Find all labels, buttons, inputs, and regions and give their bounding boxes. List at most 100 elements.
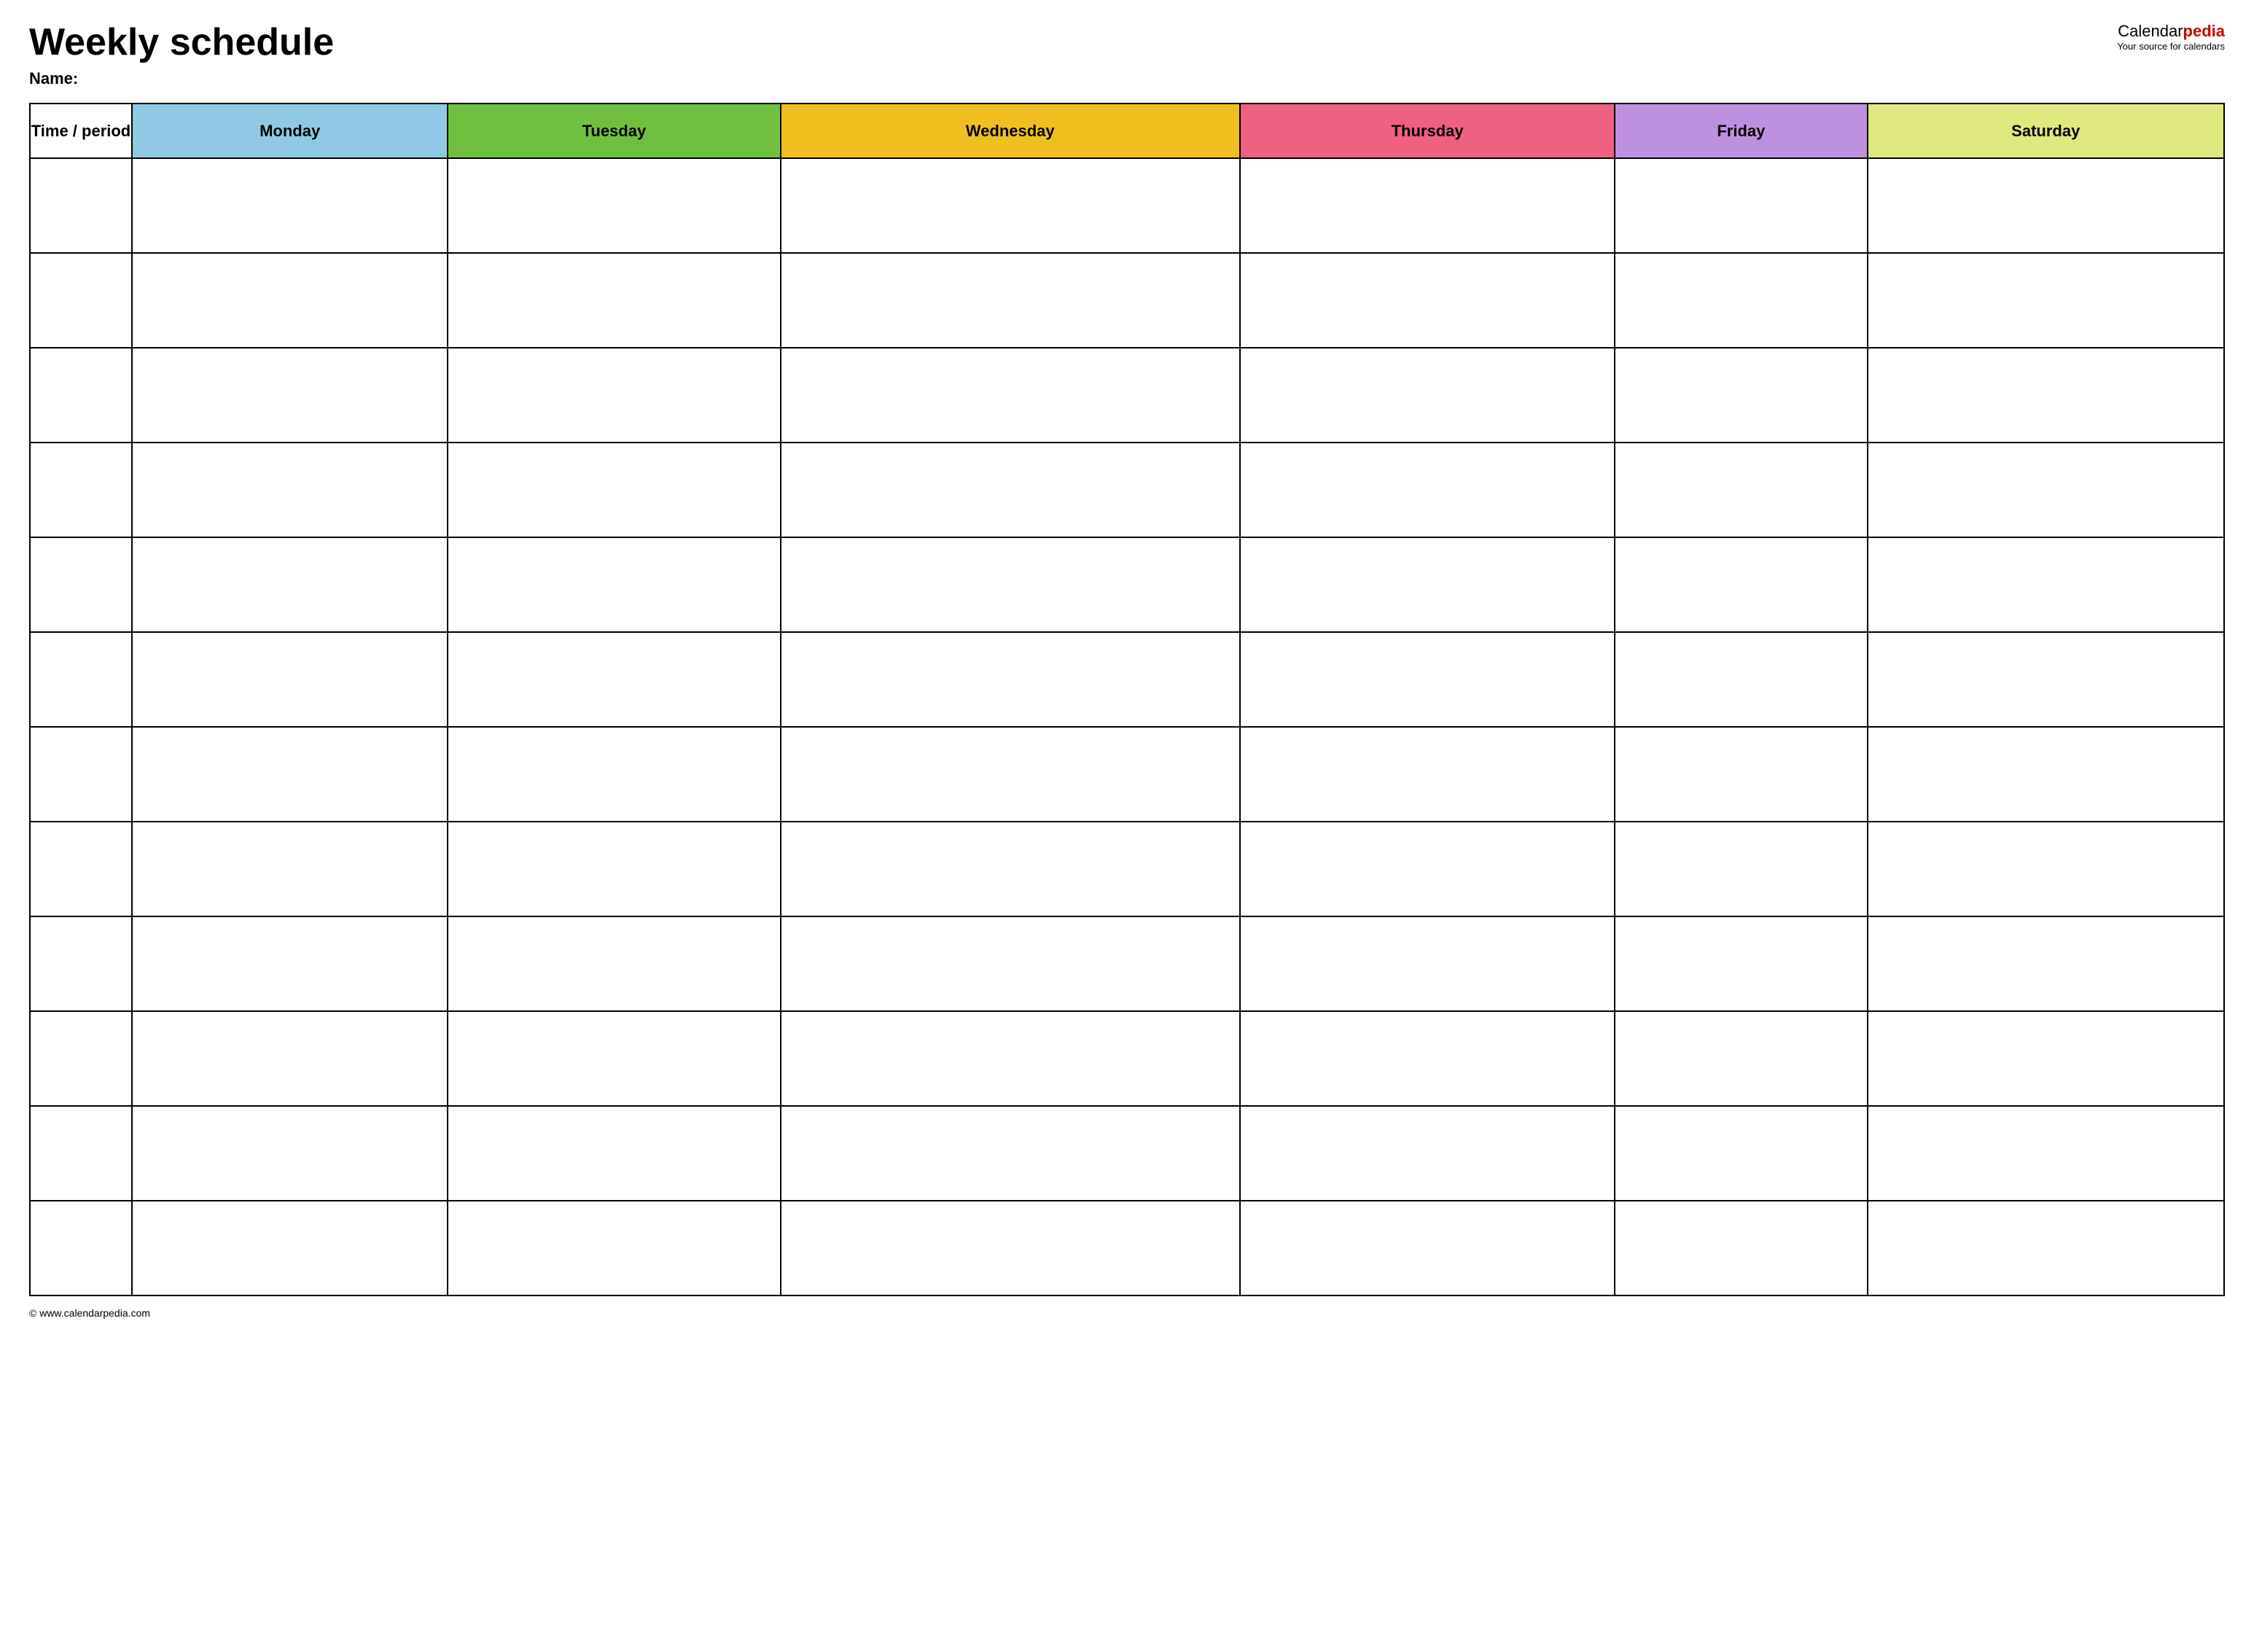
schedule-cell[interactable] <box>1615 1106 1867 1201</box>
col-wednesday-header: Wednesday <box>781 104 1240 158</box>
schedule-cell[interactable] <box>448 822 780 916</box>
schedule-cell[interactable] <box>1240 1106 1615 1201</box>
table-row <box>30 1201 2224 1296</box>
schedule-cell[interactable] <box>1868 1201 2224 1296</box>
schedule-cell[interactable] <box>132 727 448 822</box>
schedule-cell[interactable] <box>1868 822 2224 916</box>
time-cell[interactable] <box>30 348 132 443</box>
logo-subtitle: Your source for calendars <box>2117 41 2225 52</box>
time-cell[interactable] <box>30 916 132 1011</box>
schedule-cell[interactable] <box>1240 632 1615 727</box>
schedule-cell[interactable] <box>1615 443 1867 537</box>
footer-url: © www.calendarpedia.com <box>29 1307 150 1319</box>
table-header: Time / period Monday Tuesday Wednesday T… <box>30 104 2224 158</box>
logo-section: Calendarpedia Your source for calendars <box>2117 22 2225 52</box>
logo-calendar: Calendar <box>2118 22 2183 40</box>
schedule-cell[interactable] <box>132 632 448 727</box>
schedule-cell[interactable] <box>1868 1011 2224 1106</box>
schedule-cell[interactable] <box>448 253 780 348</box>
schedule-cell[interactable] <box>781 822 1240 916</box>
schedule-cell[interactable] <box>781 1201 1240 1296</box>
schedule-cell[interactable] <box>781 632 1240 727</box>
schedule-cell[interactable] <box>1615 727 1867 822</box>
schedule-cell[interactable] <box>1240 253 1615 348</box>
schedule-cell[interactable] <box>132 1106 448 1201</box>
page-header: Weekly schedule Name: Calendarpedia Your… <box>29 22 2225 88</box>
schedule-cell[interactable] <box>132 822 448 916</box>
schedule-cell[interactable] <box>448 1201 780 1296</box>
schedule-cell[interactable] <box>448 916 780 1011</box>
logo-text: Calendarpedia <box>2118 22 2225 41</box>
schedule-cell[interactable] <box>1240 1201 1615 1296</box>
schedule-cell[interactable] <box>132 253 448 348</box>
schedule-cell[interactable] <box>132 1011 448 1106</box>
col-saturday-header: Saturday <box>1868 104 2224 158</box>
schedule-cell[interactable] <box>1868 916 2224 1011</box>
schedule-cell[interactable] <box>1615 537 1867 632</box>
table-row <box>30 253 2224 348</box>
time-cell[interactable] <box>30 1011 132 1106</box>
time-cell[interactable] <box>30 253 132 348</box>
schedule-cell[interactable] <box>1615 1201 1867 1296</box>
schedule-cell[interactable] <box>448 1011 780 1106</box>
schedule-cell[interactable] <box>1240 443 1615 537</box>
schedule-cell[interactable] <box>132 916 448 1011</box>
schedule-cell[interactable] <box>132 443 448 537</box>
schedule-cell[interactable] <box>1868 632 2224 727</box>
time-cell[interactable] <box>30 727 132 822</box>
schedule-cell[interactable] <box>1240 1011 1615 1106</box>
schedule-cell[interactable] <box>1615 1011 1867 1106</box>
schedule-cell[interactable] <box>448 537 780 632</box>
schedule-cell[interactable] <box>1868 158 2224 253</box>
time-cell[interactable] <box>30 632 132 727</box>
schedule-cell[interactable] <box>448 348 780 443</box>
schedule-cell[interactable] <box>781 916 1240 1011</box>
schedule-cell[interactable] <box>781 1106 1240 1201</box>
col-friday-header: Friday <box>1615 104 1867 158</box>
schedule-cell[interactable] <box>1240 158 1615 253</box>
time-cell[interactable] <box>30 158 132 253</box>
schedule-cell[interactable] <box>448 158 780 253</box>
schedule-cell[interactable] <box>781 537 1240 632</box>
schedule-cell[interactable] <box>781 158 1240 253</box>
schedule-cell[interactable] <box>1615 632 1867 727</box>
schedule-cell[interactable] <box>1615 916 1867 1011</box>
schedule-cell[interactable] <box>781 348 1240 443</box>
name-label: Name: <box>29 69 334 88</box>
schedule-cell[interactable] <box>1615 348 1867 443</box>
schedule-cell[interactable] <box>1240 348 1615 443</box>
schedule-cell[interactable] <box>1868 727 2224 822</box>
schedule-cell[interactable] <box>448 632 780 727</box>
schedule-cell[interactable] <box>1868 443 2224 537</box>
schedule-cell[interactable] <box>1868 348 2224 443</box>
schedule-cell[interactable] <box>1615 253 1867 348</box>
schedule-cell[interactable] <box>448 727 780 822</box>
logo-pedia: pedia <box>2183 22 2225 40</box>
schedule-cell[interactable] <box>1868 537 2224 632</box>
time-cell[interactable] <box>30 1201 132 1296</box>
table-row <box>30 632 2224 727</box>
schedule-cell[interactable] <box>448 1106 780 1201</box>
schedule-cell[interactable] <box>132 537 448 632</box>
schedule-cell[interactable] <box>132 158 448 253</box>
schedule-cell[interactable] <box>1868 1106 2224 1201</box>
time-cell[interactable] <box>30 537 132 632</box>
time-cell[interactable] <box>30 1106 132 1201</box>
time-cell[interactable] <box>30 443 132 537</box>
schedule-cell[interactable] <box>1240 727 1615 822</box>
schedule-cell[interactable] <box>1868 253 2224 348</box>
schedule-cell[interactable] <box>781 443 1240 537</box>
schedule-cell[interactable] <box>1240 916 1615 1011</box>
schedule-cell[interactable] <box>448 443 780 537</box>
schedule-cell[interactable] <box>781 727 1240 822</box>
time-cell[interactable] <box>30 822 132 916</box>
schedule-cell[interactable] <box>1615 158 1867 253</box>
table-row <box>30 443 2224 537</box>
schedule-cell[interactable] <box>781 1011 1240 1106</box>
schedule-cell[interactable] <box>1240 537 1615 632</box>
schedule-cell[interactable] <box>781 253 1240 348</box>
schedule-cell[interactable] <box>1240 822 1615 916</box>
schedule-cell[interactable] <box>132 1201 448 1296</box>
schedule-cell[interactable] <box>132 348 448 443</box>
schedule-cell[interactable] <box>1615 822 1867 916</box>
